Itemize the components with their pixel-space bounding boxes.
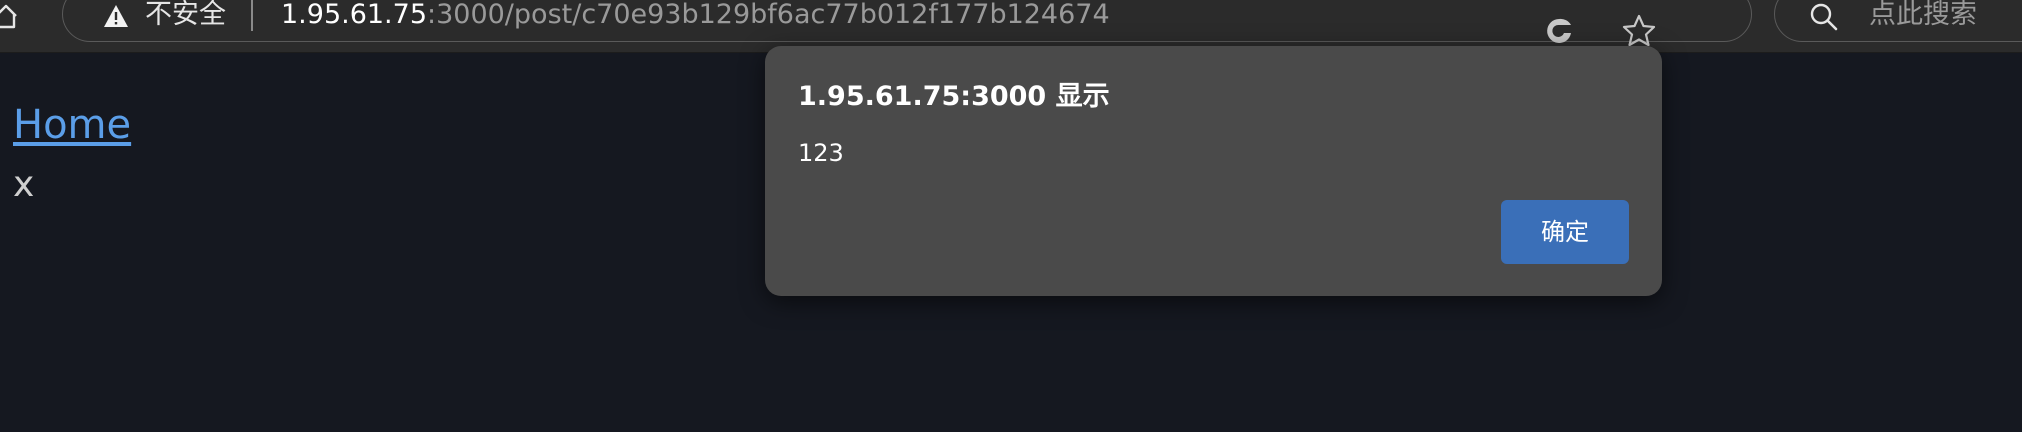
security-status-label[interactable]: 不安全 [145, 0, 226, 31]
alert-message: 123 [798, 139, 844, 167]
alert-title: 1.95.61.75:3000 显示 [798, 81, 1110, 112]
url-text[interactable]: 1.95.61.75:3000/post/c70e93b129bf6ac77b0… [281, 0, 1110, 31]
edge-extension-icon[interactable] [1544, 16, 1574, 46]
alert-dialog: 1.95.61.75:3000 显示 123 确定 [765, 46, 1662, 296]
search-icon [1810, 3, 1838, 31]
home-icon [0, 4, 17, 29]
favorite-star-icon[interactable] [1622, 14, 1656, 46]
warning-icon[interactable] [103, 4, 129, 28]
address-separator [251, 0, 253, 31]
ok-button[interactable]: 确定 [1501, 200, 1629, 264]
home-link[interactable]: Home [13, 101, 131, 149]
url-host: 1.95.61.75 [281, 0, 427, 30]
search-placeholder: 点此搜索 [1869, 0, 1977, 30]
url-path: :3000/post/c70e93b129bf6ac77b012f177b124… [427, 0, 1110, 30]
search-box[interactable]: 点此搜索 [1774, 0, 2022, 42]
address-bar[interactable]: 不安全 1.95.61.75:3000/post/c70e93b129bf6ac… [62, 0, 1752, 42]
post-content: x [13, 164, 35, 205]
home-button[interactable] [0, 0, 22, 30]
